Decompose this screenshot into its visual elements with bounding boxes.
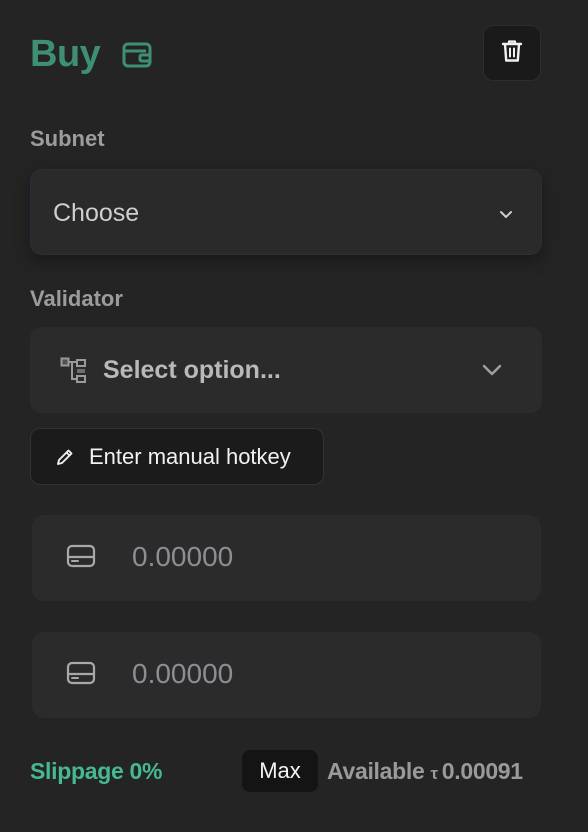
buy-panel: Buy Subnet Choose Validator Select optio… (0, 0, 588, 832)
validator-select[interactable]: Select option... (30, 327, 542, 413)
available-balance: Available τ 0.00091 (327, 757, 523, 788)
validator-label: Validator (30, 286, 123, 311)
enter-manual-hotkey-label: Enter manual hotkey (89, 444, 291, 469)
subnet-label: Subnet (30, 126, 105, 151)
card-icon (66, 661, 96, 690)
page-title: Buy (30, 33, 101, 75)
amount-field (32, 632, 541, 718)
wallet-icon (121, 40, 153, 70)
tao-symbol: τ (430, 764, 438, 783)
amount-field (32, 515, 541, 601)
card-icon (66, 544, 96, 573)
delete-button[interactable] (483, 25, 541, 81)
available-label: Available (327, 758, 425, 784)
amount-input[interactable] (132, 537, 512, 577)
subnet-select-value: Choose (53, 199, 140, 227)
chevron-down-icon (499, 206, 513, 224)
amount-input[interactable] (132, 654, 512, 694)
max-button[interactable]: Max (242, 750, 318, 792)
subnet-select[interactable]: Choose (30, 169, 542, 255)
available-amount: 0.00091 (441, 758, 523, 784)
chevron-down-icon (482, 363, 502, 381)
hierarchy-tree-icon (60, 357, 88, 390)
slippage-setting[interactable]: Slippage 0% (30, 757, 162, 785)
pencil-icon (55, 447, 75, 472)
enter-manual-hotkey-button[interactable]: Enter manual hotkey (30, 428, 324, 485)
trash-icon (501, 39, 523, 68)
validator-select-value: Select option... (103, 356, 281, 384)
